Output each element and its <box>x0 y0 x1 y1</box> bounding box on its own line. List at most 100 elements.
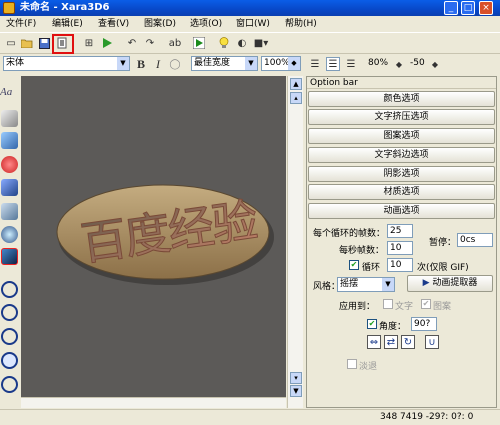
menu-design[interactable]: 图案(D) <box>144 16 176 32</box>
menu-edit[interactable]: 编辑(E) <box>52 16 83 32</box>
title-bar: 未命名 - Xara3D6 <box>0 0 500 16</box>
display-mode-icon[interactable]: ■▾ <box>254 36 268 50</box>
angle-label: 角度： <box>379 322 407 332</box>
page-down-icon[interactable]: ▾ <box>290 372 302 384</box>
frames-per-loop-label: 每个循环的帧数： <box>313 229 386 239</box>
scroll-down-icon[interactable]: ▼ <box>290 385 302 397</box>
apply-to-label: 应用到： <box>339 302 376 312</box>
lightbulb-icon[interactable] <box>217 36 231 50</box>
apply-text-checkbox[interactable] <box>383 299 393 309</box>
chevron-down-icon: ▼ <box>245 57 257 70</box>
export-image-icon[interactable]: ⊞ <box>82 36 96 50</box>
design-options-button[interactable]: 图案选项 <box>308 128 495 144</box>
align-left-icon[interactable]: ☰ <box>308 57 322 71</box>
animation-extractor-button[interactable]: ▶ 动画提取器 <box>407 275 493 292</box>
app-icon <box>3 2 15 14</box>
direction-left-icon[interactable]: ⇔ <box>367 335 381 349</box>
rotate-cw-icon[interactable]: ↻ <box>401 335 415 349</box>
text-tool-icon[interactable]: Aa <box>0 86 12 98</box>
rotate-x-icon[interactable] <box>1 281 18 298</box>
color-icon[interactable] <box>1 156 18 173</box>
menu-file[interactable]: 文件(F) <box>6 16 36 32</box>
format-toolbar: 宋体 ▼ B I ◯ 最佳宽度 ▼ 100% ◆ ☰ ☰ ☰ 80% ◆ -50… <box>0 54 500 74</box>
size-stepper-icon[interactable]: ◆ <box>394 57 404 71</box>
frames-per-loop-input[interactable]: 25 <box>387 224 413 238</box>
play-icon[interactable] <box>100 36 114 50</box>
shading-icon[interactable] <box>1 226 18 243</box>
extrude-options-button[interactable]: 文字挤压选项 <box>308 109 495 125</box>
design-canvas[interactable]: 百度经验 <box>21 76 286 408</box>
style-select[interactable]: 摇摆 ▼ <box>337 277 395 292</box>
menu-help[interactable]: 帮助(H) <box>285 16 317 32</box>
redo-icon[interactable]: ↷ <box>143 36 157 50</box>
close-button[interactable]: × <box>479 1 493 15</box>
align-center-icon[interactable]: ☰ <box>326 57 340 71</box>
loop-checkbox[interactable]: ✔ <box>349 260 359 270</box>
texture-options-button[interactable]: 材质选项 <box>308 184 495 200</box>
option-bar-title: Option bar <box>307 77 496 89</box>
bold-button[interactable]: B <box>134 57 148 71</box>
width-mode-select[interactable]: 最佳宽度 ▼ <box>191 56 258 71</box>
color-options-button[interactable]: 颜色选项 <box>308 91 495 107</box>
undo-icon[interactable]: ↶ <box>125 36 139 50</box>
loop-label: 循环 <box>362 263 381 273</box>
animate-icon[interactable] <box>192 36 206 50</box>
light-icon[interactable] <box>1 179 18 196</box>
shadow-options-button[interactable]: 阴影选项 <box>308 166 495 182</box>
frames-per-second-input[interactable]: 10 <box>387 241 413 255</box>
angle-stepper-icon[interactable]: ◆ <box>430 57 440 71</box>
stepper-icon: ◆ <box>288 57 300 70</box>
angle-input[interactable]: 90? <box>411 317 437 331</box>
zoom-input[interactable]: 100% ◆ <box>261 56 301 71</box>
status-coordinates: 348 7419 -29?: 0?: 0 <box>380 412 474 422</box>
save-icon[interactable] <box>37 36 51 50</box>
apply-pattern-label: 图案 <box>433 302 452 312</box>
cube-icon[interactable] <box>1 132 18 149</box>
frames-per-second-label: 每秒帧数： <box>339 246 385 256</box>
scroll-up-icon[interactable]: ▲ <box>290 78 302 90</box>
menu-window[interactable]: 窗口(W) <box>236 16 270 32</box>
align-right-icon[interactable]: ☰ <box>344 57 358 71</box>
size-value: 80% <box>368 58 389 68</box>
chevron-down-icon: ▼ <box>117 57 129 70</box>
minimize-button[interactable]: _ <box>444 1 458 15</box>
zoom-value: 100% <box>264 58 290 68</box>
bevel-icon[interactable] <box>1 248 18 265</box>
bevel-options-button[interactable]: 文字斜边选项 <box>308 147 495 163</box>
apply-pattern-checkbox[interactable]: ✔ <box>421 299 431 309</box>
animation-options-button[interactable]: 动画选项 <box>308 203 495 219</box>
angle-checkbox[interactable]: ✔ <box>367 319 377 329</box>
menu-bar: 文件(F) 编辑(E) 查看(V) 图案(D) 选项(O) 窗口(W) 帮助(H… <box>0 16 500 32</box>
fade-checkbox[interactable] <box>347 359 357 369</box>
menu-options[interactable]: 选项(O) <box>190 16 222 32</box>
text-tool-icon[interactable]: ab <box>168 36 182 50</box>
spin-icon[interactable] <box>1 352 18 369</box>
option-bar-panel: Option bar 颜色选项 文字挤压选项 图案选项 文字斜边选项 阴影选项 … <box>306 76 497 408</box>
swing-direction-icon[interactable]: ∪ <box>425 335 439 349</box>
new-file-icon[interactable]: ▭ <box>4 36 18 50</box>
main-toolbar: ▭ ⊞ ↶ ↷ ab ◐ ■▾ <box>0 32 500 54</box>
horizontal-scrollbar[interactable] <box>21 397 286 408</box>
italic-button[interactable]: I <box>151 57 165 71</box>
style-label: 风格： <box>313 282 341 292</box>
outline-icon[interactable]: ◯ <box>168 57 182 71</box>
font-value: 宋体 <box>6 58 25 68</box>
open-folder-icon[interactable] <box>20 36 34 50</box>
loop-count-input[interactable]: 10 <box>387 258 413 272</box>
pause-label: 暂停： <box>429 238 457 248</box>
window-title: 未命名 - Xara3D6 <box>20 2 110 13</box>
rotate-y-icon[interactable] <box>1 304 18 321</box>
menu-view[interactable]: 查看(V) <box>98 16 129 32</box>
swing-icon[interactable] <box>1 376 18 393</box>
settings-icon[interactable]: ◐ <box>235 36 249 50</box>
vertical-scrollbar[interactable]: ▲ ▴ ▾ ▼ <box>287 76 303 408</box>
pause-input[interactable]: 0cs <box>457 233 493 247</box>
texture-icon[interactable] <box>1 203 18 220</box>
page-up-icon[interactable]: ▴ <box>290 92 302 104</box>
extrude-icon[interactable] <box>1 110 18 127</box>
rotate-z-icon[interactable] <box>1 328 18 345</box>
width-mode-value: 最佳宽度 <box>194 58 231 68</box>
maximize-button[interactable]: □ <box>461 1 475 15</box>
font-select[interactable]: 宋体 ▼ <box>3 56 130 71</box>
direction-right-icon[interactable]: ⇄ <box>384 335 398 349</box>
